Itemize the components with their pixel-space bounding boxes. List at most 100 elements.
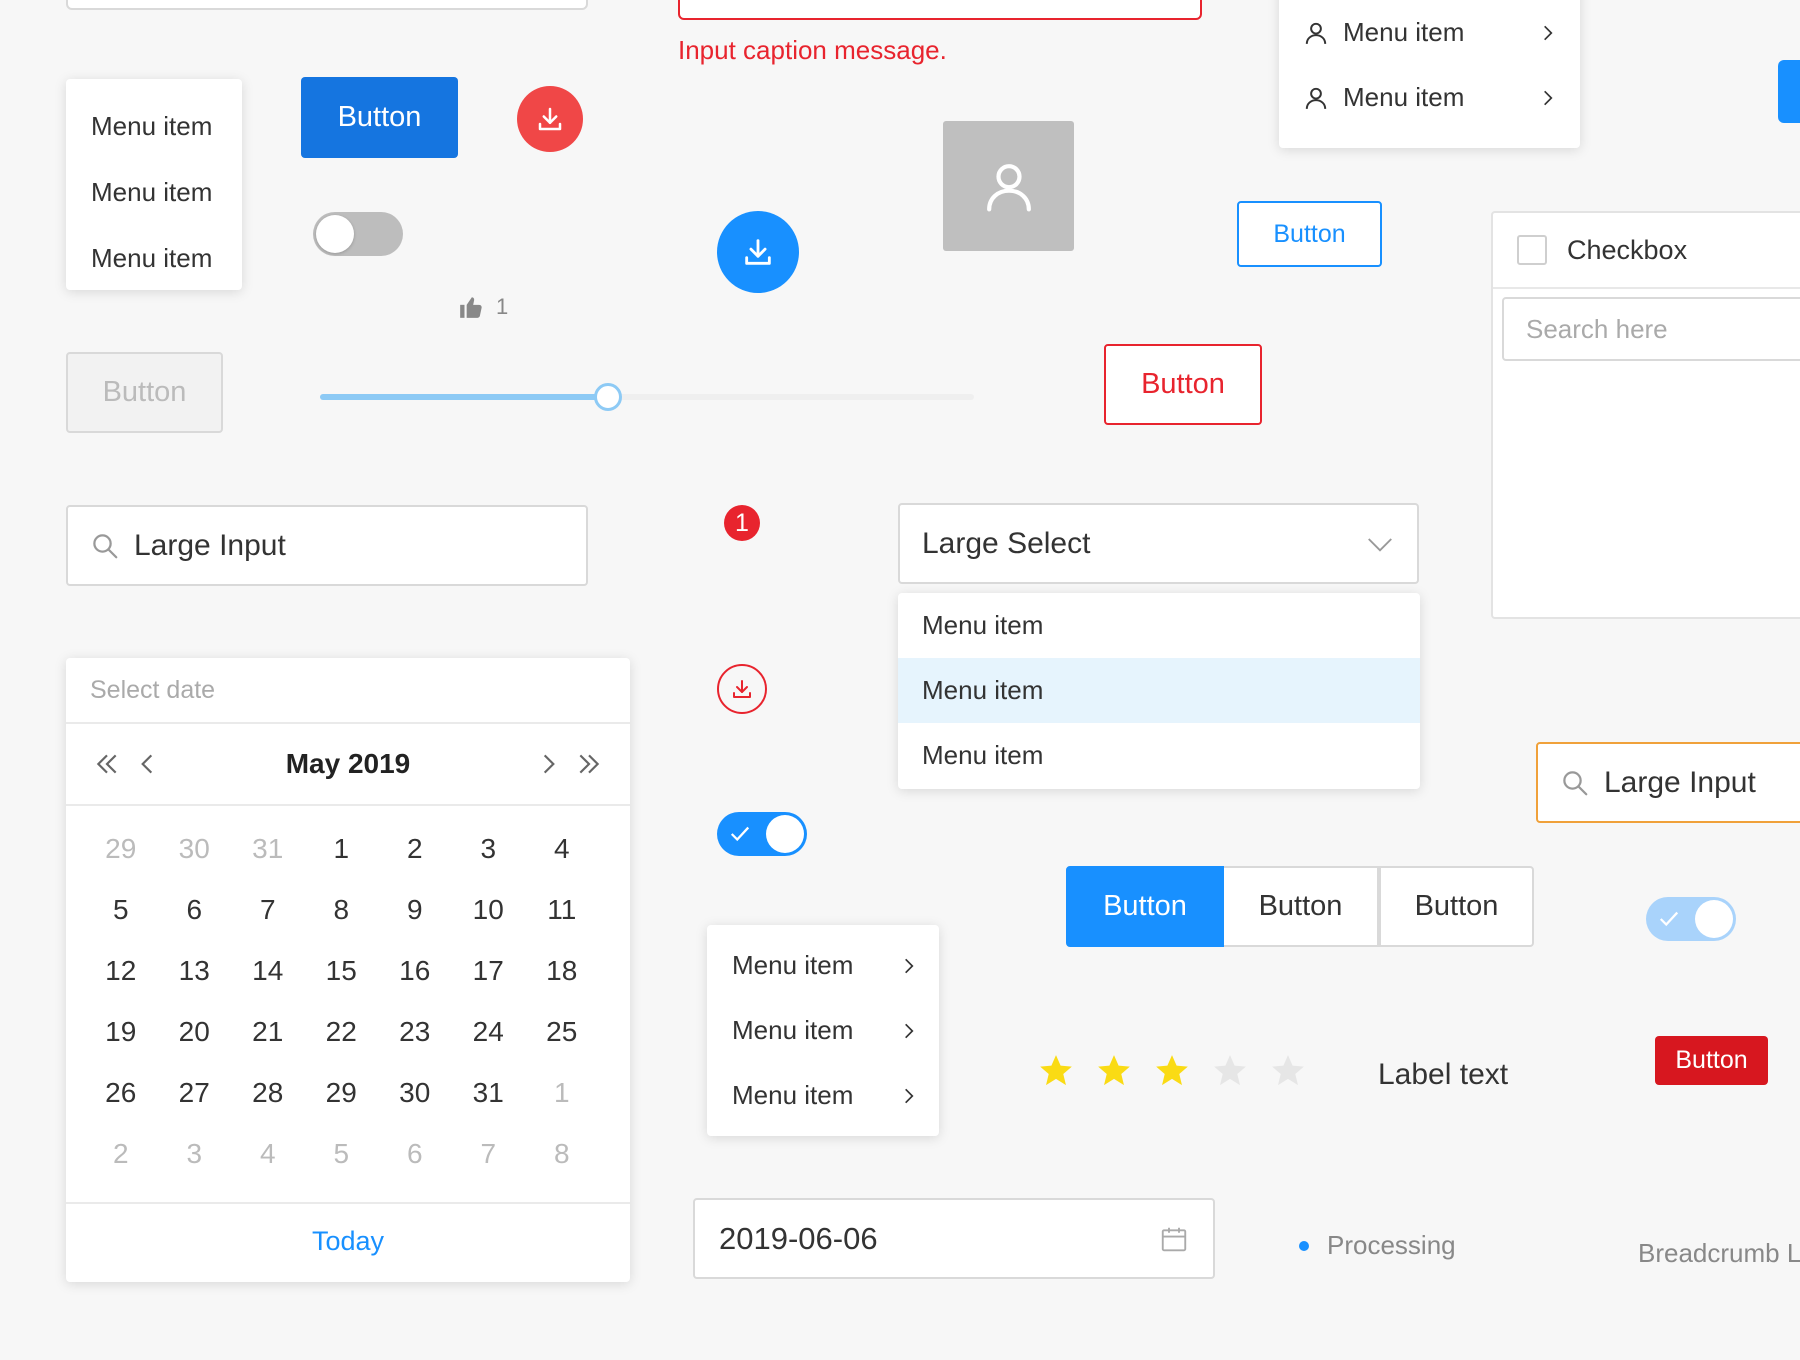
calendar-day[interactable]: 19 — [84, 1016, 158, 1048]
group-button[interactable]: Button — [1379, 866, 1534, 947]
like-counter[interactable]: 1 — [458, 294, 508, 320]
today-link[interactable]: Today — [66, 1204, 630, 1278]
menu-item[interactable]: Menu item — [66, 159, 242, 225]
calendar-day[interactable]: 29 — [305, 1077, 379, 1109]
star-empty-icon[interactable] — [1269, 1052, 1307, 1090]
calendar-day[interactable]: 11 — [525, 894, 599, 926]
calendar-day[interactable]: 21 — [231, 1016, 305, 1048]
toggle-switch-off[interactable] — [313, 212, 403, 256]
chevron-right-icon[interactable] — [536, 751, 562, 777]
toggle-switch-on[interactable] — [717, 812, 807, 856]
star-rating[interactable] — [1037, 1052, 1307, 1090]
calendar-day[interactable]: 28 — [231, 1077, 305, 1109]
calendar-day[interactable]: 29 — [84, 833, 158, 865]
star-empty-icon[interactable] — [1211, 1052, 1249, 1090]
calendar-day[interactable]: 6 — [158, 894, 232, 926]
download-button-red[interactable] — [517, 86, 583, 152]
dropdown-option[interactable]: Menu item — [898, 723, 1420, 788]
date-picker-nav: May 2019 — [66, 724, 630, 806]
checkbox[interactable] — [1517, 235, 1547, 265]
calendar-day[interactable]: 4 — [525, 833, 599, 865]
search-input[interactable]: Search here — [1502, 297, 1800, 361]
calendar-day[interactable]: 7 — [452, 1138, 526, 1170]
download-button-blue[interactable] — [717, 211, 799, 293]
calendar-week-row: 29 30 31 1 2 3 4 — [84, 818, 630, 879]
calendar-day[interactable]: 6 — [378, 1138, 452, 1170]
dropdown-option-highlighted[interactable]: Menu item — [898, 658, 1420, 723]
calendar-day[interactable]: 23 — [378, 1016, 452, 1048]
slider[interactable] — [320, 382, 974, 412]
calendar-day[interactable]: 1 — [305, 833, 379, 865]
calendar-day[interactable]: 31 — [452, 1077, 526, 1109]
calendar-day[interactable]: 30 — [158, 833, 232, 865]
large-select[interactable]: Large Select — [898, 503, 1419, 584]
double-chevron-right-icon[interactable] — [576, 751, 602, 777]
top-input-field[interactable] — [66, 0, 588, 10]
calendar-day[interactable]: 10 — [452, 894, 526, 926]
calendar-day[interactable]: 16 — [378, 955, 452, 987]
calendar-day[interactable]: 18 — [525, 955, 599, 987]
calendar-day[interactable]: 15 — [305, 955, 379, 987]
large-search-input[interactable]: Large Input — [66, 505, 588, 586]
calendar-day[interactable]: 3 — [452, 833, 526, 865]
breadcrumb[interactable]: Breadcrumb L — [1638, 1238, 1800, 1269]
calendar-day[interactable]: 25 — [525, 1016, 599, 1048]
toggle-switch-disabled-on[interactable] — [1646, 897, 1736, 941]
menu-item[interactable]: Menu item — [707, 998, 939, 1063]
group-button[interactable]: Button — [1224, 866, 1379, 947]
user-icon — [1305, 22, 1327, 44]
menu-item[interactable]: Menu item — [1279, 0, 1580, 65]
calendar-day[interactable]: 31 — [231, 833, 305, 865]
calendar-day[interactable]: 13 — [158, 955, 232, 987]
calendar-day[interactable]: 7 — [231, 894, 305, 926]
calendar-day[interactable]: 5 — [84, 894, 158, 926]
calendar-day[interactable]: 20 — [158, 1016, 232, 1048]
download-button-outline[interactable] — [717, 664, 767, 714]
calendar-day[interactable]: 14 — [231, 955, 305, 987]
calendar-day[interactable]: 8 — [305, 894, 379, 926]
calendar-day[interactable]: 2 — [378, 833, 452, 865]
double-chevron-left-icon[interactable] — [94, 751, 120, 777]
calendar-day[interactable]: 12 — [84, 955, 158, 987]
checkbox-row[interactable]: Checkbox — [1493, 213, 1800, 289]
date-input[interactable]: 2019-06-06 — [693, 1198, 1215, 1279]
user-icon — [1305, 87, 1327, 109]
calendar-day[interactable]: 22 — [305, 1016, 379, 1048]
status-text: Processing — [1327, 1230, 1456, 1260]
danger-outline-button[interactable]: Button — [1104, 344, 1262, 425]
star-filled-icon[interactable] — [1095, 1052, 1133, 1090]
danger-button[interactable]: Button — [1655, 1036, 1768, 1085]
menu-item-label: Menu item — [1343, 17, 1465, 47]
dropdown-option[interactable]: Menu item — [898, 593, 1420, 658]
calendar-day[interactable]: 3 — [158, 1138, 232, 1170]
calendar-day[interactable]: 5 — [305, 1138, 379, 1170]
chevron-left-icon[interactable] — [134, 751, 160, 777]
calendar-day[interactable]: 27 — [158, 1077, 232, 1109]
star-filled-icon[interactable] — [1037, 1052, 1075, 1090]
calendar-day[interactable]: 24 — [452, 1016, 526, 1048]
slider-handle[interactable] — [593, 383, 622, 411]
menu-item[interactable]: Menu item — [707, 1063, 939, 1128]
primary-button[interactable]: Button — [301, 77, 458, 158]
calendar-day[interactable]: 8 — [525, 1138, 599, 1170]
calendar-day[interactable]: 9 — [378, 894, 452, 926]
menu-item[interactable]: Menu item — [707, 933, 939, 998]
menu-item[interactable]: Menu item — [66, 93, 242, 159]
calendar-day[interactable]: 4 — [231, 1138, 305, 1170]
error-input-field[interactable] — [678, 0, 1202, 20]
group-button-active[interactable]: Button — [1066, 866, 1224, 947]
calendar-day[interactable]: 17 — [452, 955, 526, 987]
primary-outline-button[interactable]: Button — [1237, 201, 1382, 267]
primary-button-clipped[interactable] — [1778, 60, 1800, 123]
large-search-input-focused[interactable]: Large Input — [1536, 742, 1800, 823]
calendar-icon[interactable] — [1159, 1224, 1189, 1254]
calendar-day[interactable]: 2 — [84, 1138, 158, 1170]
calendar-day[interactable]: 1 — [525, 1077, 599, 1109]
date-picker-input[interactable]: Select date — [66, 658, 630, 724]
menu-item[interactable]: Menu item — [66, 225, 242, 291]
menu-item[interactable]: Menu item — [1279, 65, 1580, 130]
calendar-day[interactable]: 30 — [378, 1077, 452, 1109]
calendar-day[interactable]: 26 — [84, 1077, 158, 1109]
chevron-right-icon — [1544, 90, 1553, 105]
star-filled-icon[interactable] — [1153, 1052, 1191, 1090]
